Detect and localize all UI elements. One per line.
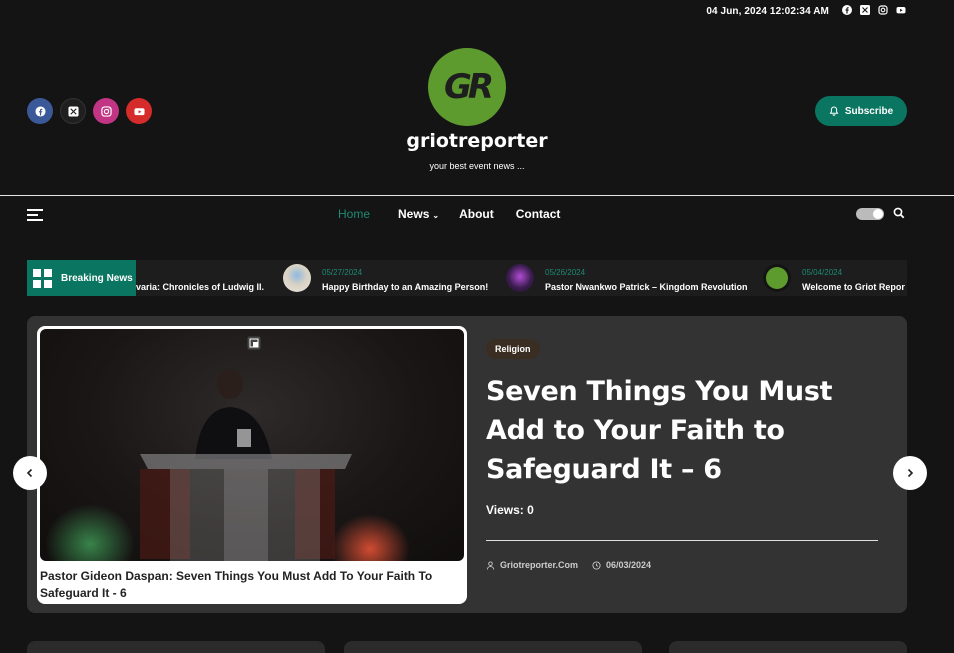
ticker-item-date: 05/27/2024 xyxy=(322,268,363,277)
top-social-links xyxy=(842,5,906,15)
x-twitter-icon[interactable] xyxy=(860,5,870,15)
bell-icon xyxy=(829,106,839,116)
ticker-item-title: varia: Chronicles of Ludwig II. xyxy=(136,282,265,292)
nav-item-news[interactable]: News ⌄ xyxy=(398,207,439,221)
site-title[interactable]: griotreporter xyxy=(0,130,954,152)
breaking-news-text: Breaking News xyxy=(61,272,133,284)
ticker-item-title: Welcome to Griot Repor xyxy=(802,282,905,292)
main-navigation: Home News ⌄ About Contact xyxy=(0,196,954,232)
site-header: GR griotreporter your best event news ..… xyxy=(0,22,954,195)
ticker-item-date: 05/04/2024 xyxy=(802,268,843,277)
meta-divider xyxy=(486,540,878,541)
ticker-item-title: Happy Birthday to an Amazing Person! xyxy=(322,282,489,292)
featured-slider: Pastor Gideon Daspan: Seven Things You M… xyxy=(27,316,907,613)
clock-icon xyxy=(592,560,601,570)
site-tagline: your best event news ... xyxy=(429,161,525,171)
featured-image[interactable] xyxy=(40,329,464,561)
category-badge[interactable]: Religion xyxy=(486,339,540,359)
subscribe-label: Subscribe xyxy=(844,105,894,117)
youtube-icon[interactable] xyxy=(126,98,152,124)
featured-headline[interactable]: Seven Things You Must Add to Your Faith … xyxy=(486,372,886,489)
nav-item-contact[interactable]: Contact xyxy=(516,207,561,221)
top-bar: 04 Jun, 2024 12:02:34 AM xyxy=(0,0,954,22)
chevron-left-icon xyxy=(26,468,33,478)
author-name: Griotreporter.Com xyxy=(500,560,579,570)
facebook-icon[interactable] xyxy=(27,98,53,124)
breaking-news-label: Breaking News xyxy=(27,260,136,296)
instagram-icon[interactable] xyxy=(878,5,888,15)
ticker-thumbnail xyxy=(763,264,791,292)
post-date-text: 06/03/2024 xyxy=(606,560,652,570)
header-social-links xyxy=(27,98,152,124)
chevron-down-icon: ⌄ xyxy=(432,211,440,220)
subscribe-button[interactable]: Subscribe xyxy=(815,96,907,126)
post-date: 06/03/2024 xyxy=(592,560,651,570)
featured-caption[interactable]: Pastor Gideon Daspan: Seven Things You M… xyxy=(40,568,460,602)
post-card[interactable] xyxy=(27,641,325,653)
slider-prev-button[interactable] xyxy=(13,456,47,490)
featured-image-scene xyxy=(45,369,410,561)
user-icon xyxy=(486,560,495,570)
ticker-item-title: Pastor Nwankwo Patrick – Kingdom Revolut… xyxy=(545,282,748,292)
picture-in-picture-icon[interactable] xyxy=(247,336,261,350)
nav-item-news-label: News xyxy=(398,207,430,221)
hamburger-menu-icon[interactable] xyxy=(27,209,43,221)
nav-menu: Home News ⌄ About Contact xyxy=(338,207,560,221)
chevron-right-icon xyxy=(907,468,914,478)
facebook-icon[interactable] xyxy=(842,5,852,15)
post-card[interactable] xyxy=(669,641,907,653)
post-meta: Griotreporter.Com 06/03/2024 xyxy=(486,560,651,570)
x-twitter-icon[interactable] xyxy=(60,98,86,124)
ticker-thumbnail xyxy=(283,264,311,292)
breaking-news-ticker: Breaking News varia: Chronicles of Ludwi… xyxy=(27,260,907,296)
grid-icon xyxy=(33,268,52,288)
post-author[interactable]: Griotreporter.Com xyxy=(486,560,578,570)
nav-item-home[interactable]: Home xyxy=(338,207,370,221)
ticker-item-date: 05/26/2024 xyxy=(545,268,586,277)
search-icon[interactable] xyxy=(893,207,905,219)
featured-video-card[interactable]: Pastor Gideon Daspan: Seven Things You M… xyxy=(37,326,467,604)
logo-text: GR xyxy=(443,67,494,107)
site-logo[interactable]: GR xyxy=(428,48,506,126)
slider-next-button[interactable] xyxy=(893,456,927,490)
ticker-thumbnail xyxy=(506,264,534,292)
views-count: Views: 0 xyxy=(486,503,534,517)
youtube-icon[interactable] xyxy=(896,5,906,15)
nav-item-about[interactable]: About xyxy=(459,207,494,221)
instagram-icon[interactable] xyxy=(93,98,119,124)
post-card[interactable] xyxy=(344,641,642,653)
dark-mode-toggle[interactable] xyxy=(856,208,884,220)
current-datetime: 04 Jun, 2024 12:02:34 AM xyxy=(706,6,829,17)
